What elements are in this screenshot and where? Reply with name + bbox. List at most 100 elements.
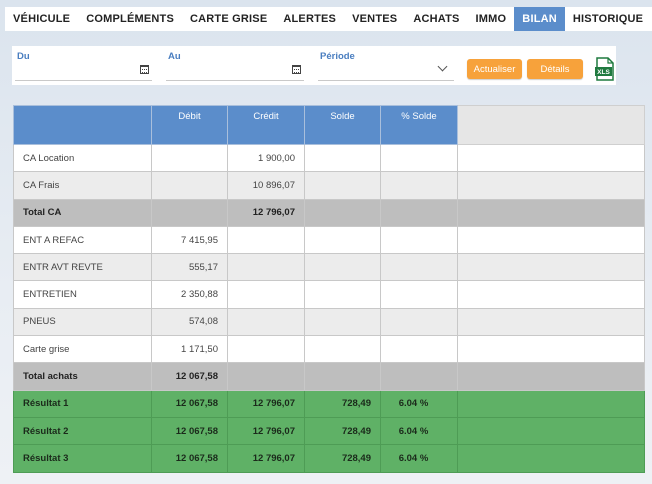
table-cell: 12 067,58 — [151, 362, 228, 391]
filter-bar: Du Au Période Actualiser Détails — [12, 46, 616, 85]
table-cell: 12 067,58 — [151, 389, 228, 418]
table-header-row: Débit Crédit Solde% Solde — [13, 105, 645, 145]
table-cell: 12 796,07 — [227, 389, 305, 418]
table-cell — [457, 253, 645, 282]
table-cell — [457, 416, 645, 446]
table-cell: 12 796,07 — [227, 198, 305, 227]
table-cell: 2 350,88 — [151, 280, 228, 309]
table-cell — [151, 198, 228, 227]
table-row: ENTR AVT REVTE 555,17 — [13, 253, 645, 282]
table-cell — [227, 362, 305, 391]
row-label: ENTRETIEN — [13, 280, 152, 309]
table-cell — [227, 253, 305, 282]
table-cell: 12 067,58 — [151, 444, 228, 473]
date-from-underline — [15, 80, 152, 81]
tab-carte-grise[interactable]: CARTE GRISE — [182, 7, 275, 31]
table-cell — [457, 307, 645, 337]
table-cell: 6.04 % — [380, 389, 458, 418]
row-label: Résultat 2 — [13, 416, 152, 446]
table-cell: 1 900,00 — [227, 143, 305, 173]
table-row: Résultat 2 12 067,58 12 796,07 728,49 6.04 % — [13, 416, 645, 446]
table-cell — [304, 253, 381, 282]
row-label: Résultat 1 — [13, 389, 152, 418]
chevron-down-icon[interactable] — [437, 61, 448, 72]
tab-compl-ments[interactable]: COMPLÉMENTS — [78, 7, 182, 31]
table-cell — [457, 171, 645, 200]
row-label: PNEUS — [13, 307, 152, 337]
table-cell — [457, 335, 645, 364]
calendar-icon[interactable] — [292, 65, 301, 74]
period-select[interactable]: Période — [315, 46, 454, 85]
table-cell — [304, 225, 381, 255]
table-cell: 6.04 % — [380, 444, 458, 473]
table-cell — [380, 225, 458, 255]
table-cell: 728,49 — [304, 389, 381, 418]
table-row: CA Location 1 900,00 — [13, 143, 645, 173]
row-label: CA Location — [13, 143, 152, 173]
column-header: Solde — [304, 105, 381, 145]
table-cell — [380, 253, 458, 282]
table-row: Résultat 1 12 067,58 12 796,07 728,49 6.04 % — [13, 389, 645, 418]
tab-historique[interactable]: HISTORIQUE — [565, 7, 651, 31]
table-cell — [304, 280, 381, 309]
column-header — [13, 105, 152, 145]
table-cell — [380, 280, 458, 309]
tab-bar: VÉHICULE COMPLÉMENTS CARTE GRISE ALERTES VEN… — [5, 7, 652, 31]
table-cell: 7 415,95 — [151, 225, 228, 255]
table-cell — [380, 362, 458, 391]
table-cell — [151, 143, 228, 173]
table-cell — [227, 225, 305, 255]
table-cell — [457, 362, 645, 391]
table-cell — [380, 198, 458, 227]
table-row: ENTRETIEN 2 350,88 — [13, 280, 645, 309]
date-to-label: Au — [168, 51, 181, 62]
tab-immo[interactable]: IMMO — [468, 7, 515, 31]
tab-alertes[interactable]: ALERTES — [275, 7, 344, 31]
table-cell: 12 067,58 — [151, 416, 228, 446]
row-label: Carte grise — [13, 335, 152, 364]
table-cell: 12 796,07 — [227, 444, 305, 473]
column-header: % Solde — [380, 105, 458, 145]
table-cell — [457, 444, 645, 473]
table-cell: 574,08 — [151, 307, 228, 337]
calendar-icon[interactable] — [140, 65, 149, 74]
column-header: Crédit — [227, 105, 305, 145]
excel-export-icon[interactable]: XLS — [594, 57, 616, 81]
table-row: Carte grise 1 171,50 — [13, 335, 645, 364]
table-cell — [227, 335, 305, 364]
table-cell: 728,49 — [304, 416, 381, 446]
table-row: ENT A REFAC 7 415,95 — [13, 225, 645, 255]
table-cell — [457, 225, 645, 255]
table-row: CA Frais 10 896,07 — [13, 171, 645, 200]
row-label: Total achats — [13, 362, 152, 391]
table-cell — [457, 198, 645, 227]
date-to-field[interactable]: Au — [163, 46, 304, 85]
date-from-label: Du — [17, 51, 30, 62]
table-cell — [227, 280, 305, 309]
table-cell — [151, 171, 228, 200]
table-cell — [304, 307, 381, 337]
tab-ventes[interactable]: VENTES — [344, 7, 405, 31]
table-cell — [457, 143, 645, 173]
column-header — [457, 105, 645, 145]
excel-export-label: XLS — [597, 69, 610, 76]
table-cell — [304, 171, 381, 200]
tab-v-hicule[interactable]: VÉHICULE — [5, 7, 78, 31]
row-label: Résultat 3 — [13, 444, 152, 473]
refresh-button[interactable]: Actualiser — [467, 59, 522, 79]
row-label: CA Frais — [13, 171, 152, 200]
table-cell — [304, 198, 381, 227]
details-button[interactable]: Détails — [527, 59, 583, 79]
table-row: PNEUS 574,08 — [13, 307, 645, 337]
table-cell: 10 896,07 — [227, 171, 305, 200]
table-cell — [304, 143, 381, 173]
table-cell — [380, 307, 458, 337]
balance-table: Débit Crédit Solde% Solde CA Location 1 900… — [13, 105, 645, 473]
tab-achats[interactable]: ACHATS — [405, 7, 467, 31]
table-cell: 1 171,50 — [151, 335, 228, 364]
tab-bilan[interactable]: BILAN — [514, 7, 565, 31]
row-label: ENT A REFAC — [13, 225, 152, 255]
table-cell — [380, 171, 458, 200]
row-label: Total CA — [13, 198, 152, 227]
date-from-field[interactable]: Du — [12, 46, 152, 85]
